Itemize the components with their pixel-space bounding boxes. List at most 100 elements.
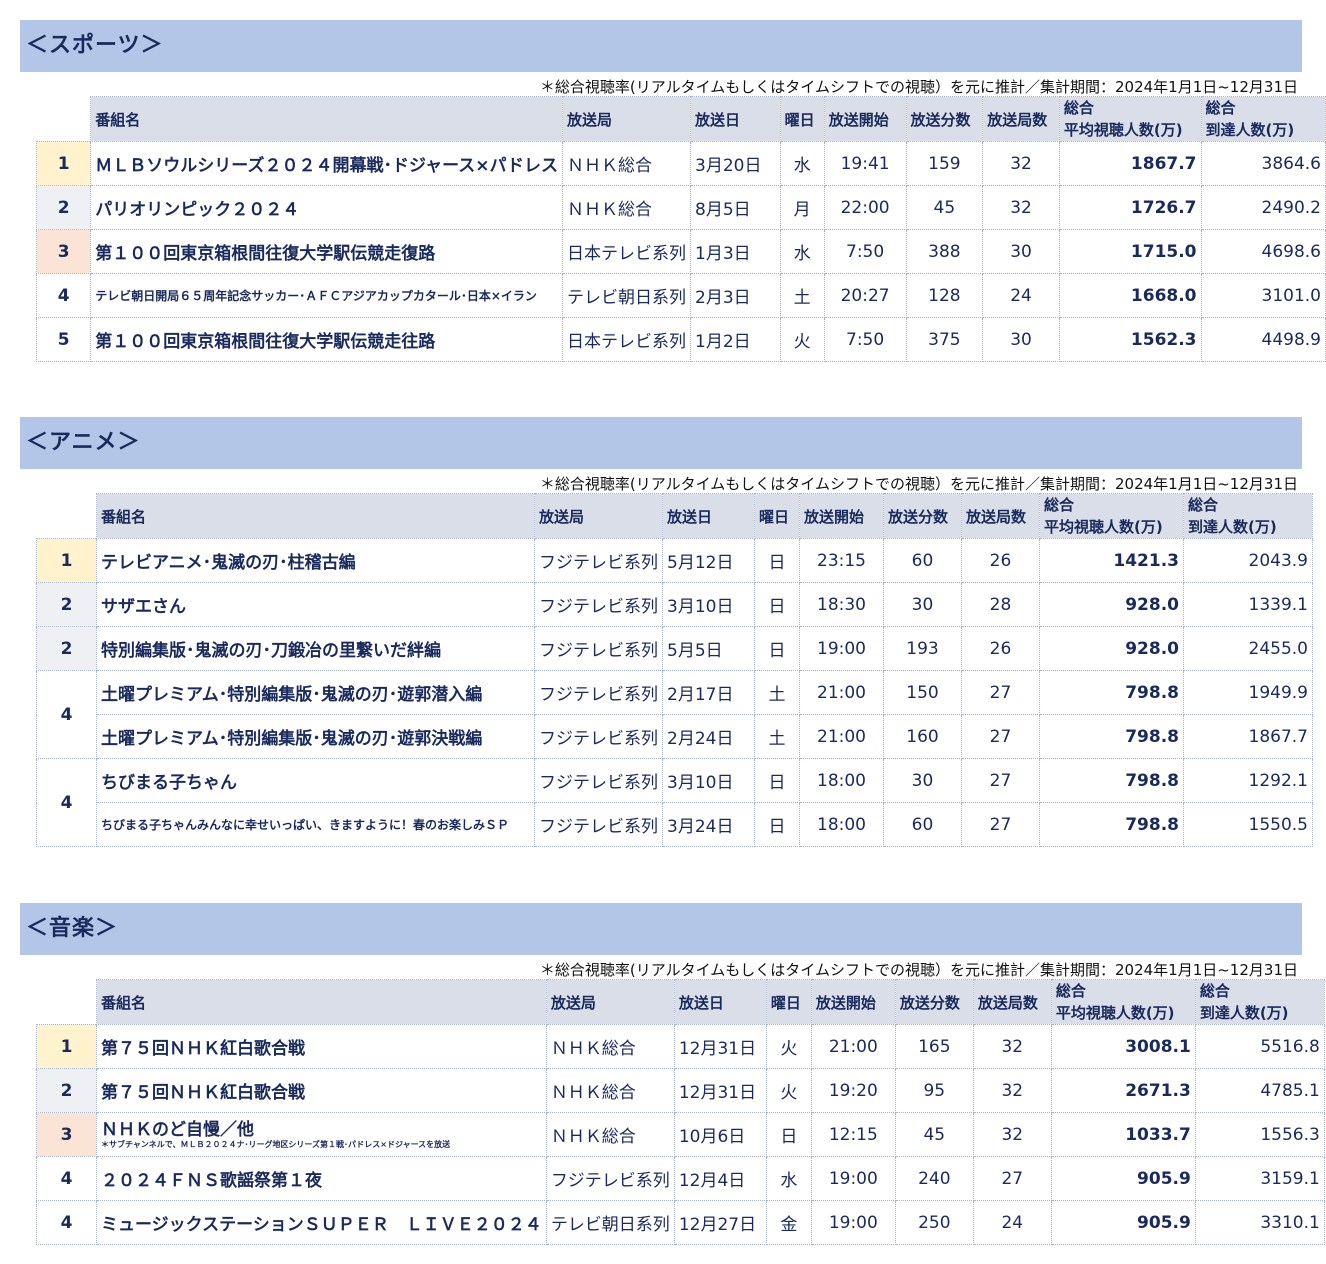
reach-cell: 3101.0 <box>1200 273 1326 318</box>
header-reach-top: 総合 <box>1205 99 1236 117</box>
rank-cell: 1 <box>36 1024 97 1069</box>
avg-cell: 798.8 <box>1039 670 1184 715</box>
rank-cell: 1 <box>35 141 92 186</box>
table-row: 4 ミュージックステーションＳＵＰＥＲ ＬＩＶＥ２０２４ テレビ朝日系列 12月… <box>36 1200 1325 1245</box>
header-program: 番組名 <box>96 493 535 539</box>
header-start: 放送開始 <box>810 979 896 1025</box>
weekday-cell: 火 <box>779 317 825 362</box>
date-cell: 3月10日 <box>662 758 755 803</box>
minutes-cell: 165 <box>894 1024 974 1069</box>
minutes-cell: 30 <box>883 758 962 803</box>
reach-cell: 1339.1 <box>1183 582 1313 627</box>
station-cell: フジテレビ系列 <box>534 582 663 627</box>
header-avg-bottom: 平均視聴人数(万) <box>1044 518 1163 536</box>
start-cell: 19:20 <box>810 1068 896 1113</box>
avg-cell: 798.8 <box>1039 802 1184 847</box>
header-date: 放送日 <box>690 96 781 142</box>
table-row: 2 特別編集版･鬼滅の刃･刀鍛冶の里繋いだ絆編 フジテレビ系列 5月5日 日 1… <box>36 626 1313 671</box>
header-avg-bottom: 平均視聴人数(万) <box>1055 1004 1175 1022</box>
program-cell: ２０２４ＦＮＳ歌謡祭第１夜 <box>96 1156 547 1201</box>
table-header-row: 番組名 放送局 放送日 曜日 放送開始 放送分数 放送局数 総合 平均視聴人数(万… <box>36 493 1313 539</box>
header-reach: 総合 到達人数(万) <box>1183 493 1313 539</box>
start-cell: 21:00 <box>799 670 884 715</box>
rank-cell: 4 <box>35 273 92 318</box>
avg-cell: 3008.1 <box>1050 1024 1196 1069</box>
reach-cell: 3864.6 <box>1200 141 1326 186</box>
minutes-cell: 250 <box>894 1200 974 1245</box>
header-avg: 総合平均視聴人数(万) <box>1050 979 1196 1025</box>
header-program: 番組名 <box>96 979 547 1025</box>
minutes-cell: 30 <box>883 582 962 627</box>
start-cell: 21:00 <box>799 714 884 759</box>
table-row: 1 テレビアニメ･鬼滅の刃･柱稽古編 フジテレビ系列 5月12日 日 23:15… <box>36 538 1313 583</box>
weekday-cell: 水 <box>779 229 825 274</box>
reach-cell: 4698.6 <box>1200 229 1326 274</box>
header-blank <box>36 979 97 1025</box>
program-cell: 第１００回東京箱根間往復大学駅伝競走往路 <box>90 317 563 362</box>
rank-cell: 2 <box>35 185 92 230</box>
table-row: 4 土曜プレミアム･特別編集版･鬼滅の刃･遊郭潜入編 フジテレビ系列 2月17日… <box>36 670 1313 759</box>
stations-count-cell: 26 <box>961 538 1040 583</box>
program-cell: ちびまる子ちゃん <box>96 758 535 803</box>
date-cell: 1月3日 <box>690 229 781 274</box>
rank-cell: 2 <box>36 582 97 627</box>
avg-cell: 1867.7 <box>1058 141 1202 186</box>
minutes-cell: 95 <box>894 1068 974 1113</box>
section-title: ＜スポーツ＞ <box>20 20 1302 72</box>
avg-cell: 928.0 <box>1039 626 1184 671</box>
date-cell: 12月31日 <box>673 1024 767 1069</box>
header-reach-bottom: 到達人数(万) <box>1199 1004 1289 1022</box>
table-row: 4 ちびまる子ちゃん フジテレビ系列 3月10日 日 18:00 30 27 7… <box>36 758 1313 847</box>
stations-count-cell: 27 <box>961 758 1040 803</box>
start-cell: 18:30 <box>799 582 884 627</box>
stations-count-cell: 30 <box>982 317 1060 362</box>
avg-cell: 1715.0 <box>1058 229 1202 274</box>
date-cell: 12月4日 <box>673 1156 767 1201</box>
weekday-cell: 金 <box>765 1200 812 1245</box>
ranking-table: 番組名 放送局 放送日 曜日 放送開始 放送分数 放送局数 総合 平均視聴人数(万… <box>36 979 1325 1245</box>
station-cell: 日本テレビ系列 <box>562 229 691 274</box>
header-weekday: 曜日 <box>765 979 812 1025</box>
date-cell: 2月17日 <box>662 670 755 715</box>
avg-cell: 905.9 <box>1050 1156 1196 1201</box>
header-reach: 総合到達人数(万) <box>1200 96 1326 142</box>
table-row: 4 テレビ朝日開局６５周年記念サッカー･ＡＦＣアジアカップカタール･日本×イラン… <box>35 273 1326 318</box>
header-blank <box>36 96 91 142</box>
header-avg-top: 総合 <box>1055 982 1086 1000</box>
rank-cell: 2 <box>36 1068 97 1113</box>
weekday-cell: 火 <box>765 1068 812 1113</box>
header-stations-count: 放送局数 <box>961 493 1040 539</box>
program-cell: 第７５回ＮＨＫ紅白歌合戦 <box>96 1024 547 1069</box>
program-cell: 第７５回ＮＨＫ紅白歌合戦 <box>96 1068 547 1113</box>
start-cell: 18:00 <box>799 802 884 847</box>
table-row: ちびまる子ちゃんみんなに幸せいっぱい、きますように！春のお楽しみＳＰ フジテレビ… <box>37 802 1313 847</box>
start-cell: 18:00 <box>799 758 884 803</box>
stations-count-cell: 32 <box>972 1068 1052 1113</box>
station-cell: ＮＨＫ総合 <box>562 185 691 230</box>
rank-cell: 3 <box>35 229 92 274</box>
date-cell: 12月27日 <box>673 1200 767 1245</box>
header-minutes: 放送分数 <box>883 493 962 539</box>
program-cell: サザエさん <box>96 582 535 627</box>
header-program: 番組名 <box>90 96 563 142</box>
header-reach-bottom: 到達人数(万) <box>1205 121 1295 139</box>
weekday-cell: 月 <box>779 185 825 230</box>
station-cell: ＮＨＫ総合 <box>545 1068 675 1113</box>
station-cell: ＮＨＫ総合 <box>545 1112 675 1157</box>
header-stations-count: 放送局数 <box>972 979 1052 1025</box>
table-row: 5 第１００回東京箱根間往復大学駅伝競走往路 日本テレビ系列 1月2日 火 7:… <box>35 317 1326 362</box>
stations-count-cell: 27 <box>961 670 1040 715</box>
avg-cell: 2671.3 <box>1050 1068 1196 1113</box>
table-header-row: 番組名 放送局 放送日 曜日 放送開始 放送分数 放送局数 総合 平均視聴人数(万… <box>36 96 1326 142</box>
reach-cell: 2490.2 <box>1200 185 1326 230</box>
rank-cell: 4 <box>36 1156 97 1201</box>
minutes-cell: 45 <box>905 185 984 230</box>
stations-count-cell: 27 <box>961 714 1040 759</box>
weekday-cell: 日 <box>754 538 800 583</box>
weekday-cell: 日 <box>765 1112 812 1157</box>
stations-count-cell: 28 <box>961 582 1040 627</box>
minutes-cell: 375 <box>905 317 984 362</box>
table-row: 3 第１００回東京箱根間往復大学駅伝競走復路 日本テレビ系列 1月3日 水 7:… <box>35 229 1326 274</box>
header-start: 放送開始 <box>823 96 907 142</box>
program-cell: ＮＨＫのど自慢／他 ＊サブチャンネルで、ＭＬＢ２０２４ナ･リーグ地区シリーズ第１… <box>96 1112 547 1157</box>
